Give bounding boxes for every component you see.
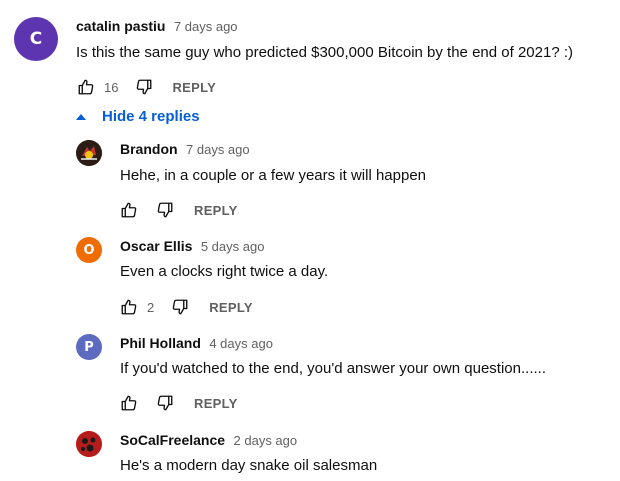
avatar[interactable] — [76, 140, 102, 166]
thumbs-down-icon — [172, 299, 188, 315]
reply-button[interactable]: REPLY — [209, 300, 253, 315]
dislike-button[interactable] — [134, 77, 154, 97]
timestamp[interactable]: 4 days ago — [209, 336, 273, 351]
avatar-image-icon — [76, 431, 102, 457]
comment-header: Oscar Ellis 5 days ago — [120, 238, 264, 256]
hide-replies-label: Hide 4 replies — [102, 108, 200, 125]
like-button[interactable] — [119, 200, 139, 220]
thumbs-down-icon — [157, 202, 173, 218]
author-name[interactable]: SoCalFreelance — [120, 432, 225, 448]
thumbs-down-icon — [137, 79, 152, 95]
like-count: 16 — [104, 79, 119, 95]
comment-text: Hehe, in a couple or a few years it will… — [120, 167, 427, 184]
thumbs-up-icon — [78, 79, 94, 95]
timestamp[interactable]: 5 days ago — [201, 239, 265, 254]
comment-header: Brandon 7 days ago — [120, 141, 250, 159]
avatar[interactable]: P — [76, 334, 102, 360]
avatar-image-icon — [76, 140, 102, 166]
like-button[interactable] — [119, 297, 139, 317]
avatar[interactable]: O — [76, 237, 102, 263]
reply-button[interactable]: REPLY — [194, 396, 238, 411]
caret-up-icon — [76, 113, 86, 120]
thumbs-down-icon — [157, 395, 173, 411]
comment-text: Even a clocks right twice a day. — [120, 263, 329, 280]
thumbs-up-icon — [121, 202, 137, 218]
avatar[interactable] — [76, 431, 102, 457]
comment-text: He's a modern day snake oil salesman — [120, 457, 378, 474]
author-name[interactable]: catalin pastiu — [76, 18, 165, 34]
like-button[interactable] — [119, 393, 139, 413]
dislike-button[interactable] — [155, 200, 175, 220]
comment-actions: 16 REPLY — [76, 77, 216, 97]
dislike-button[interactable] — [155, 393, 175, 413]
timestamp[interactable]: 7 days ago — [174, 19, 238, 34]
thumbs-up-icon — [121, 395, 137, 411]
hide-replies-button[interactable]: Hide 4 replies — [74, 108, 200, 125]
reply-button[interactable]: REPLY — [194, 203, 238, 218]
author-name[interactable]: Brandon — [120, 141, 178, 157]
comment-header: Phil Holland 4 days ago — [120, 335, 273, 353]
avatar[interactable]: C — [14, 17, 58, 61]
comment-header: SoCalFreelance 2 days ago — [120, 432, 297, 450]
comment-actions: 2 REPLY — [119, 297, 253, 317]
timestamp[interactable]: 2 days ago — [234, 433, 298, 448]
reply-button[interactable]: REPLY — [172, 80, 216, 95]
comment-text: If you'd watched to the end, you'd answe… — [120, 360, 546, 377]
author-name[interactable]: Phil Holland — [120, 335, 201, 351]
comment-header: catalin pastiu 7 days ago — [76, 18, 238, 36]
dislike-button[interactable] — [170, 297, 190, 317]
timestamp[interactable]: 7 days ago — [186, 142, 250, 157]
thumbs-up-icon — [121, 299, 137, 315]
like-button[interactable] — [76, 77, 96, 97]
comment-text: Is this the same guy who predicted $300,… — [76, 44, 573, 61]
author-name[interactable]: Oscar Ellis — [120, 238, 192, 254]
like-count: 2 — [147, 299, 155, 315]
comment-actions: REPLY — [119, 393, 238, 413]
comment-actions: REPLY — [119, 200, 238, 220]
